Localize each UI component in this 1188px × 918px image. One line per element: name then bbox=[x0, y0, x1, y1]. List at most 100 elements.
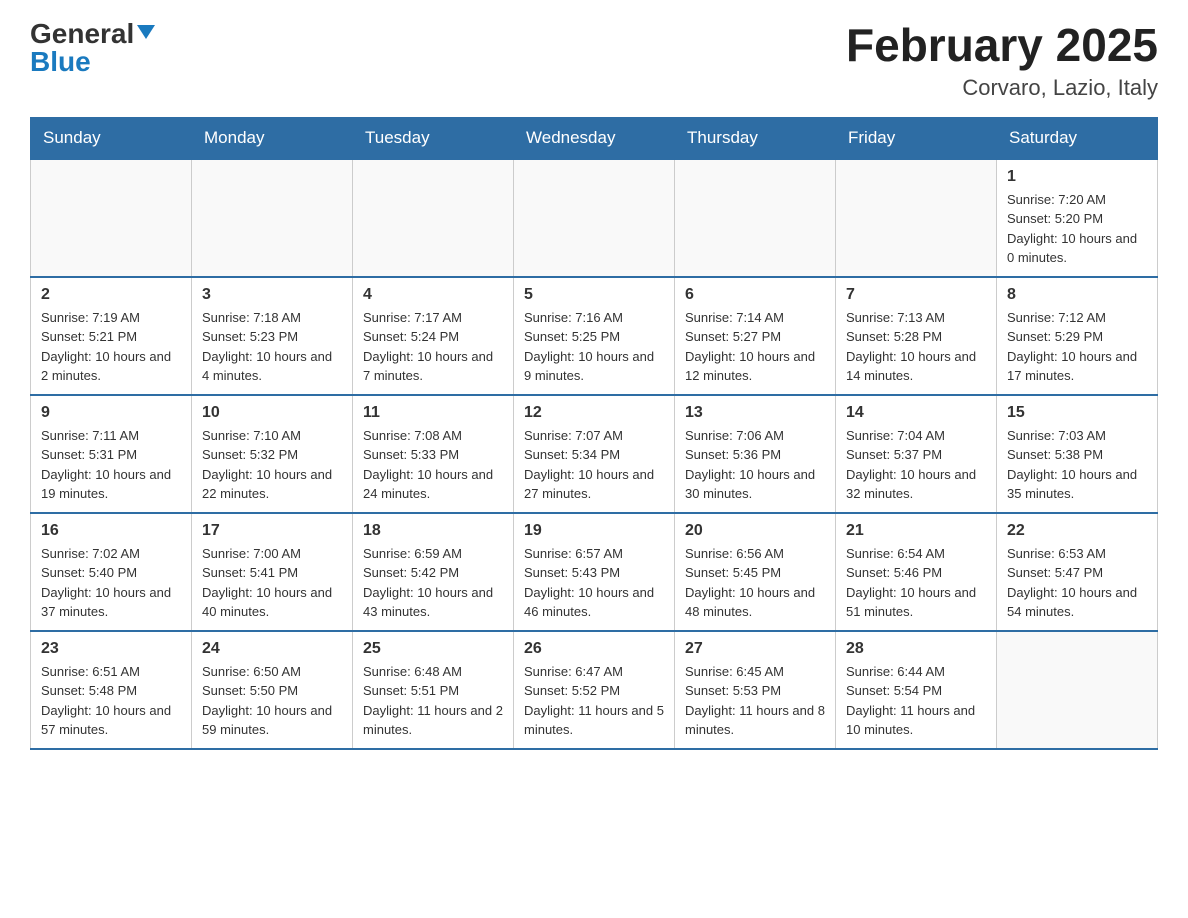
day-info: Sunrise: 7:08 AMSunset: 5:33 PMDaylight:… bbox=[363, 426, 503, 504]
day-number: 14 bbox=[846, 404, 986, 422]
calendar-week-row: 23Sunrise: 6:51 AMSunset: 5:48 PMDayligh… bbox=[31, 631, 1158, 749]
day-info: Sunrise: 7:10 AMSunset: 5:32 PMDaylight:… bbox=[202, 426, 342, 504]
day-number: 4 bbox=[363, 286, 503, 304]
calendar-cell: 14 Sunrise: 7:04 AMSunset: 5:37 PMDayligh… bbox=[836, 395, 997, 513]
calendar-cell: 2Sunrise: 7:19 AMSunset: 5:21 PMDaylight… bbox=[31, 277, 192, 395]
day-info: Sunrise: 7:12 AMSunset: 5:29 PMDaylight:… bbox=[1007, 308, 1147, 386]
calendar-week-row: 9 Sunrise: 7:11 AMSunset: 5:31 PMDaylight… bbox=[31, 395, 1158, 513]
calendar-cell: 9 Sunrise: 7:11 AMSunset: 5:31 PMDaylight… bbox=[31, 395, 192, 513]
day-number: 17 bbox=[202, 522, 342, 540]
calendar-cell: 23Sunrise: 6:51 AMSunset: 5:48 PMDayligh… bbox=[31, 631, 192, 749]
day-info: Sunrise: 7:04 AMSunset: 5:37 PMDaylight:… bbox=[846, 426, 986, 504]
day-number: 1 bbox=[1007, 168, 1147, 186]
calendar-header-row: SundayMondayTuesdayWednesdayThursdayFrid… bbox=[31, 117, 1158, 159]
calendar-cell: 13 Sunrise: 7:06 AMSunset: 5:36 PMDayligh… bbox=[675, 395, 836, 513]
weekday-header-tuesday: Tuesday bbox=[353, 117, 514, 159]
title-section: February 2025 Corvaro, Lazio, Italy bbox=[846, 20, 1158, 101]
day-number: 18 bbox=[363, 522, 503, 540]
day-number: 26 bbox=[524, 640, 664, 658]
day-info: Sunrise: 6:48 AMSunset: 5:51 PMDaylight:… bbox=[363, 662, 503, 740]
day-number: 7 bbox=[846, 286, 986, 304]
calendar-cell bbox=[192, 159, 353, 277]
calendar-cell: 6 Sunrise: 7:14 AMSunset: 5:27 PMDaylight… bbox=[675, 277, 836, 395]
calendar-cell: 17 Sunrise: 7:00 AMSunset: 5:41 PMDayligh… bbox=[192, 513, 353, 631]
calendar-cell: 20 Sunrise: 6:56 AMSunset: 5:45 PMDayligh… bbox=[675, 513, 836, 631]
calendar-cell: 5Sunrise: 7:16 AMSunset: 5:25 PMDaylight… bbox=[514, 277, 675, 395]
calendar-cell: 18 Sunrise: 6:59 AMSunset: 5:42 PMDayligh… bbox=[353, 513, 514, 631]
calendar-week-row: 2Sunrise: 7:19 AMSunset: 5:21 PMDaylight… bbox=[31, 277, 1158, 395]
day-number: 20 bbox=[685, 522, 825, 540]
day-number: 27 bbox=[685, 640, 825, 658]
month-title: February 2025 bbox=[846, 20, 1158, 71]
calendar-week-row: 1 Sunrise: 7:20 AMSunset: 5:20 PMDaylight… bbox=[31, 159, 1158, 277]
day-number: 21 bbox=[846, 522, 986, 540]
day-number: 28 bbox=[846, 640, 986, 658]
calendar-cell bbox=[675, 159, 836, 277]
location-title: Corvaro, Lazio, Italy bbox=[846, 75, 1158, 101]
calendar-cell: 21 Sunrise: 6:54 AMSunset: 5:46 PMDayligh… bbox=[836, 513, 997, 631]
day-info: Sunrise: 7:00 AMSunset: 5:41 PMDaylight:… bbox=[202, 544, 342, 622]
day-info: Sunrise: 7:07 AMSunset: 5:34 PMDaylight:… bbox=[524, 426, 664, 504]
day-info: Sunrise: 6:45 AMSunset: 5:53 PMDaylight:… bbox=[685, 662, 825, 740]
weekday-header-saturday: Saturday bbox=[997, 117, 1158, 159]
day-info: Sunrise: 6:50 AMSunset: 5:50 PMDaylight:… bbox=[202, 662, 342, 740]
day-number: 24 bbox=[202, 640, 342, 658]
calendar-cell: 3Sunrise: 7:18 AMSunset: 5:23 PMDaylight… bbox=[192, 277, 353, 395]
logo-blue-text: Blue bbox=[30, 48, 91, 76]
calendar-table: SundayMondayTuesdayWednesdayThursdayFrid… bbox=[30, 117, 1158, 750]
day-number: 11 bbox=[363, 404, 503, 422]
day-number: 22 bbox=[1007, 522, 1147, 540]
day-info: Sunrise: 7:02 AMSunset: 5:40 PMDaylight:… bbox=[41, 544, 181, 622]
day-number: 15 bbox=[1007, 404, 1147, 422]
calendar-cell bbox=[514, 159, 675, 277]
calendar-cell: 25 Sunrise: 6:48 AMSunset: 5:51 PMDayligh… bbox=[353, 631, 514, 749]
day-number: 12 bbox=[524, 404, 664, 422]
page-header: General Blue February 2025 Corvaro, Lazi… bbox=[30, 20, 1158, 101]
weekday-header-monday: Monday bbox=[192, 117, 353, 159]
weekday-header-thursday: Thursday bbox=[675, 117, 836, 159]
day-info: Sunrise: 6:51 AMSunset: 5:48 PMDaylight:… bbox=[41, 662, 181, 740]
calendar-cell: 22 Sunrise: 6:53 AMSunset: 5:47 PMDayligh… bbox=[997, 513, 1158, 631]
calendar-cell bbox=[353, 159, 514, 277]
calendar-cell: 16 Sunrise: 7:02 AMSunset: 5:40 PMDayligh… bbox=[31, 513, 192, 631]
day-info: Sunrise: 7:14 AMSunset: 5:27 PMDaylight:… bbox=[685, 308, 825, 386]
day-number: 16 bbox=[41, 522, 181, 540]
logo-arrow-icon bbox=[137, 25, 155, 39]
day-info: Sunrise: 7:20 AMSunset: 5:20 PMDaylight:… bbox=[1007, 190, 1147, 268]
weekday-header-sunday: Sunday bbox=[31, 117, 192, 159]
logo-general-text: General bbox=[30, 20, 134, 48]
day-info: Sunrise: 7:18 AMSunset: 5:23 PMDaylight:… bbox=[202, 308, 342, 386]
day-info: Sunrise: 7:03 AMSunset: 5:38 PMDaylight:… bbox=[1007, 426, 1147, 504]
calendar-cell bbox=[31, 159, 192, 277]
calendar-cell: 27 Sunrise: 6:45 AMSunset: 5:53 PMDayligh… bbox=[675, 631, 836, 749]
day-number: 25 bbox=[363, 640, 503, 658]
day-info: Sunrise: 6:59 AMSunset: 5:42 PMDaylight:… bbox=[363, 544, 503, 622]
day-number: 13 bbox=[685, 404, 825, 422]
calendar-cell: 28 Sunrise: 6:44 AMSunset: 5:54 PMDayligh… bbox=[836, 631, 997, 749]
day-info: Sunrise: 7:17 AMSunset: 5:24 PMDaylight:… bbox=[363, 308, 503, 386]
day-info: Sunrise: 7:13 AMSunset: 5:28 PMDaylight:… bbox=[846, 308, 986, 386]
day-info: Sunrise: 6:57 AMSunset: 5:43 PMDaylight:… bbox=[524, 544, 664, 622]
calendar-cell bbox=[836, 159, 997, 277]
day-number: 9 bbox=[41, 404, 181, 422]
calendar-cell: 19 Sunrise: 6:57 AMSunset: 5:43 PMDayligh… bbox=[514, 513, 675, 631]
day-info: Sunrise: 6:54 AMSunset: 5:46 PMDaylight:… bbox=[846, 544, 986, 622]
day-number: 19 bbox=[524, 522, 664, 540]
day-info: Sunrise: 7:11 AMSunset: 5:31 PMDaylight:… bbox=[41, 426, 181, 504]
weekday-header-wednesday: Wednesday bbox=[514, 117, 675, 159]
logo: General Blue bbox=[30, 20, 155, 76]
calendar-cell: 8Sunrise: 7:12 AMSunset: 5:29 PMDaylight… bbox=[997, 277, 1158, 395]
calendar-week-row: 16 Sunrise: 7:02 AMSunset: 5:40 PMDayligh… bbox=[31, 513, 1158, 631]
day-info: Sunrise: 6:53 AMSunset: 5:47 PMDaylight:… bbox=[1007, 544, 1147, 622]
day-info: Sunrise: 7:06 AMSunset: 5:36 PMDaylight:… bbox=[685, 426, 825, 504]
weekday-header-friday: Friday bbox=[836, 117, 997, 159]
calendar-cell: 12 Sunrise: 7:07 AMSunset: 5:34 PMDayligh… bbox=[514, 395, 675, 513]
calendar-cell: 4 Sunrise: 7:17 AMSunset: 5:24 PMDaylight… bbox=[353, 277, 514, 395]
calendar-cell: 10Sunrise: 7:10 AMSunset: 5:32 PMDayligh… bbox=[192, 395, 353, 513]
day-info: Sunrise: 6:56 AMSunset: 5:45 PMDaylight:… bbox=[685, 544, 825, 622]
day-number: 2 bbox=[41, 286, 181, 304]
day-number: 6 bbox=[685, 286, 825, 304]
day-info: Sunrise: 7:16 AMSunset: 5:25 PMDaylight:… bbox=[524, 308, 664, 386]
day-info: Sunrise: 6:44 AMSunset: 5:54 PMDaylight:… bbox=[846, 662, 986, 740]
calendar-cell: 15 Sunrise: 7:03 AMSunset: 5:38 PMDayligh… bbox=[997, 395, 1158, 513]
